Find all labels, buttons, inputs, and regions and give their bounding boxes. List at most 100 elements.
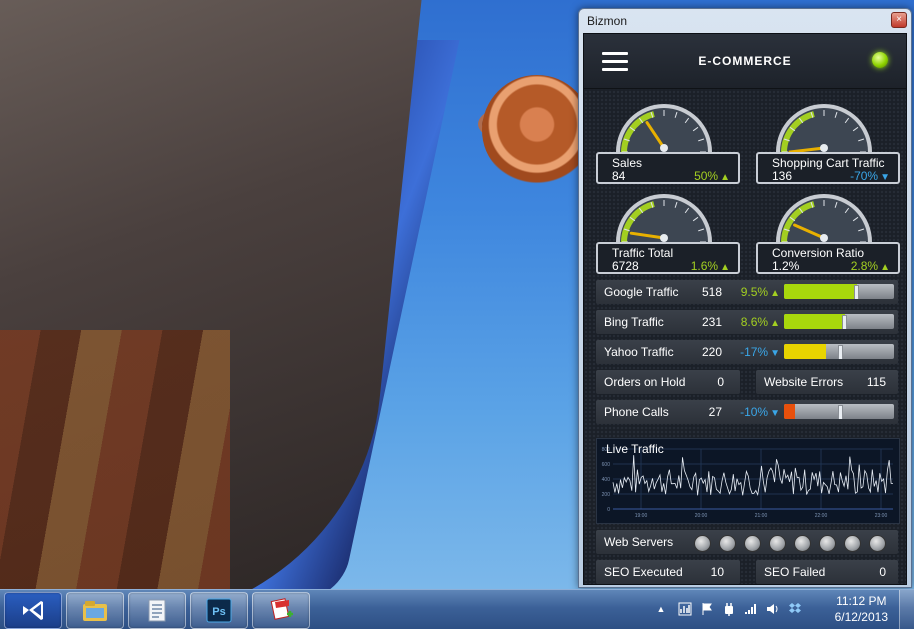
gauge-label-box: Traffic Total 6728 1.6% ▲ — [596, 242, 740, 274]
row-phone-calls: Phone Calls 27 -10% ▼ — [596, 400, 898, 424]
row-label: Orders on Hold — [604, 375, 686, 389]
row-label: Website Errors — [764, 375, 844, 389]
bar-fill — [784, 284, 857, 299]
web-server-status-icon — [819, 535, 836, 552]
gauge-percent: -70% ▼ — [850, 169, 890, 183]
row-label: Google Traffic — [604, 285, 679, 299]
arrow-up-icon: ▲ — [770, 318, 780, 329]
system-tray: ▲ 11:12 PM 6/12/2013 — [654, 590, 914, 629]
row-website-errors: Website Errors 115 — [756, 370, 898, 394]
visual-studio-icon — [23, 601, 43, 620]
bar-fill — [784, 404, 795, 419]
row-seo-failed: SEO Failed 0 — [756, 560, 898, 584]
file-explorer-icon — [83, 601, 107, 621]
gauge-dial — [776, 194, 872, 243]
taskbar: Ps ▲ 11:12 PM 6/12/2013 — [0, 589, 914, 629]
arrow-up-icon: ▲ — [880, 262, 890, 273]
photoshop-icon: Ps — [206, 598, 232, 623]
gauge-value: 136 — [772, 169, 793, 183]
row-percent: 9.5% ▲ — [740, 285, 780, 299]
svg-text:Ps: Ps — [212, 606, 225, 618]
gauge-name: Conversion Ratio — [772, 246, 865, 260]
row-percent: -10% ▼ — [740, 405, 780, 419]
action-center-flag-icon[interactable] — [700, 602, 714, 616]
bar-marker — [842, 315, 848, 329]
row-value: 0 — [879, 565, 886, 579]
gauge-value: 84 — [612, 169, 626, 183]
row-value: 27 — [708, 405, 722, 419]
gauge-label-box: Conversion Ratio 1.2% 2.8% ▲ — [756, 242, 900, 274]
dashboard: E-COMMERCE Sales 84 50% ▲ Shopping Cart T… — [583, 33, 907, 585]
x-tick-label: 23:00 — [875, 513, 888, 519]
chart-tray-icon[interactable] — [678, 602, 692, 616]
gauge-conversion-ratio: Conversion Ratio 1.2% 2.8% ▲ — [754, 186, 900, 274]
progress-bar — [784, 344, 894, 359]
arrow-up-icon: ▲ — [720, 262, 730, 273]
y-tick-label: 600 — [602, 462, 611, 468]
row-value: 220 — [701, 345, 722, 359]
live-traffic-line — [612, 455, 894, 497]
taskbar-photoshop[interactable]: Ps — [190, 592, 248, 629]
dashboard-header: E-COMMERCE — [584, 34, 906, 89]
taskbar-visual-studio[interactable] — [4, 592, 62, 629]
web-server-status-icon — [694, 535, 711, 552]
bizmon-window: Bizmon × E-COMMERCE Sales 84 50% ▲ Shoppi… — [578, 8, 912, 588]
bar-fill — [784, 314, 845, 329]
row-label: Phone Calls — [604, 405, 669, 419]
taskbar-app-installer[interactable] — [252, 592, 310, 629]
taskbar-documents[interactable] — [128, 592, 186, 629]
clock[interactable]: 11:12 PM 6/12/2013 — [835, 593, 888, 625]
show-desktop-button[interactable] — [899, 590, 914, 629]
taskbar-file-explorer[interactable] — [66, 592, 124, 629]
volume-icon[interactable] — [766, 602, 780, 616]
gauge-hub — [820, 234, 828, 242]
arrow-down-icon: ▼ — [770, 348, 780, 359]
row-seo-executed: SEO Executed 10 — [596, 560, 740, 584]
web-server-status-icon — [794, 535, 811, 552]
gauge-hub — [660, 144, 668, 152]
y-tick-label: 200 — [602, 492, 611, 498]
gauge-dial — [776, 104, 872, 154]
x-tick-label: 20:00 — [695, 513, 708, 519]
wallpaper-stripes — [0, 330, 230, 590]
web-server-status-icon — [769, 535, 786, 552]
power-plug-icon[interactable] — [722, 602, 736, 616]
x-tick-label: 22:00 — [815, 513, 828, 519]
web-server-status-icon — [719, 535, 736, 552]
gauge-label-box: Shopping Cart Traffic 136 -70% ▼ — [756, 152, 900, 184]
row-value: 10 — [710, 565, 724, 579]
row-label: Bing Traffic — [604, 315, 664, 329]
row-google-traffic: Google Traffic 518 9.5% ▲ — [596, 280, 898, 304]
close-icon[interactable]: × — [891, 12, 907, 28]
wallpaper-space-needle — [482, 75, 592, 185]
arrow-up-icon: ▲ — [720, 172, 730, 183]
web-server-status-icon — [844, 535, 861, 552]
gauge-dial — [616, 104, 712, 153]
status-led-icon — [872, 52, 888, 68]
gauge-sales: Sales 84 50% ▲ — [594, 96, 740, 184]
row-value: 231 — [701, 315, 722, 329]
gauge-value: 6728 — [612, 259, 639, 273]
y-tick-label: 0 — [607, 507, 610, 513]
x-tick-label: 21:00 — [755, 513, 768, 519]
row-label: Web Servers — [604, 535, 674, 549]
show-hidden-icons-icon[interactable]: ▲ — [654, 602, 668, 616]
gauge-hub — [660, 234, 668, 242]
row-label: Yahoo Traffic — [604, 345, 674, 359]
documents-icon — [148, 599, 166, 622]
network-signal-icon[interactable] — [744, 602, 758, 616]
progress-bar — [784, 314, 894, 329]
dropbox-icon[interactable] — [788, 602, 802, 616]
row-percent: 8.6% ▲ — [740, 315, 780, 329]
live-traffic-title: Live Traffic — [606, 442, 664, 456]
gauge-value: 1.2% — [772, 259, 800, 273]
row-percent: -17% ▼ — [740, 345, 780, 359]
gauge-traffic-total: Traffic Total 6728 1.6% ▲ — [594, 186, 740, 274]
y-tick-label: 400 — [602, 477, 611, 483]
arrow-up-icon: ▲ — [770, 288, 780, 299]
gauge-shopping-cart-traffic: Shopping Cart Traffic 136 -70% ▼ — [754, 96, 900, 184]
progress-bar — [784, 404, 894, 419]
row-value: 0 — [717, 375, 724, 389]
gauge-label-box: Sales 84 50% ▲ — [596, 152, 740, 184]
gauge-name: Sales — [612, 156, 643, 170]
